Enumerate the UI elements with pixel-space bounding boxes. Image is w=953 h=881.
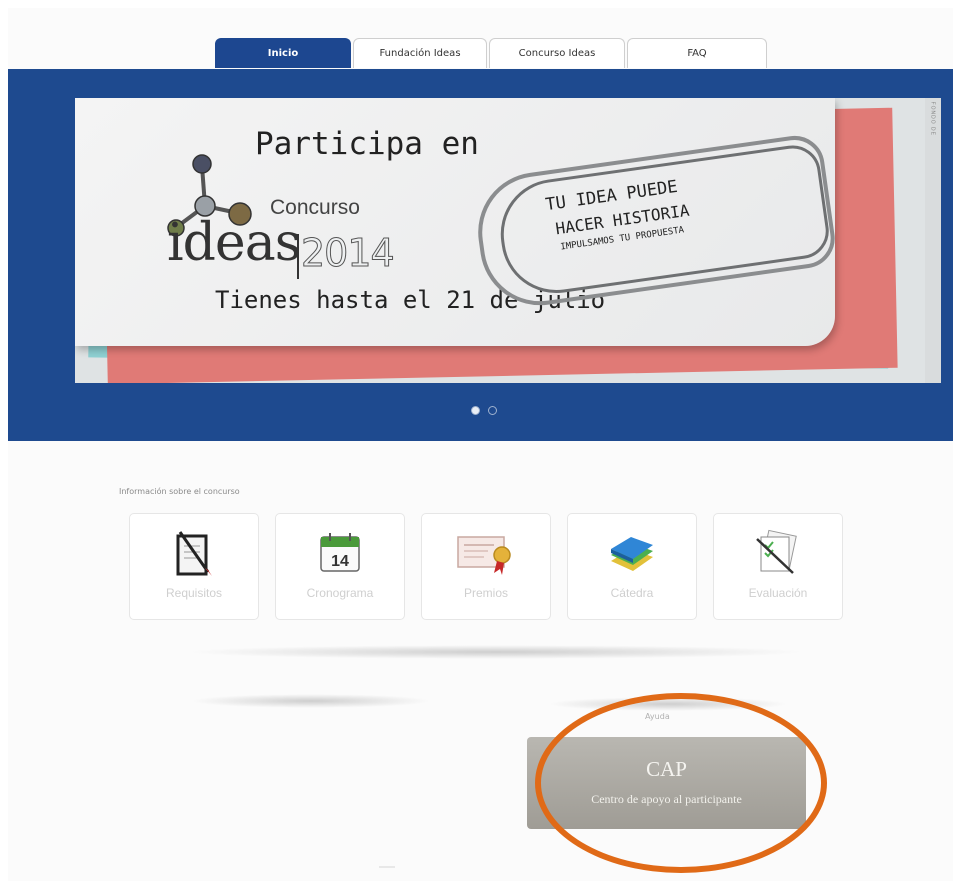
slider-dot-1[interactable] [471,406,480,415]
highlight-ring-annotation [535,693,827,873]
checklist-icon [130,528,258,578]
card-requisitos[interactable]: Requisitos [129,513,259,620]
calendar-day: 14 [331,553,349,570]
documents-pen-icon [714,528,842,578]
books-icon [568,528,696,578]
page: Inicio Fundación Ideas Concurso Ideas FA… [8,8,953,881]
card-label: Evaluación [748,586,808,600]
card-label: Requisitos [165,586,223,600]
hero-ideas-text: ideas [167,213,301,273]
info-cards: Requisitos 14 Cronograma Premios Cátedra… [129,513,859,620]
main-nav-tabs: Inicio Fundación Ideas Concurso Ideas FA… [215,38,769,69]
card-label: Premios [463,586,508,600]
slide-edge [925,98,941,383]
slide-side-note: FONDO DE [929,101,935,136]
slider-dot-2[interactable] [488,406,497,415]
hero-year-text: 2014 [301,231,396,276]
calendar-icon: 14 [276,528,404,578]
card-premios[interactable]: Premios [421,513,551,620]
hero-divider [297,234,299,279]
tab-fundacion-ideas[interactable]: Fundación Ideas [353,38,487,68]
certificate-icon [422,528,550,578]
slider-pagination [471,406,497,415]
section-shadow [186,645,806,659]
card-evaluacion[interactable]: Evaluación [713,513,843,620]
tab-faq[interactable]: FAQ [627,38,767,68]
hero-banner: FONDO DE Participa en Concurso ideas 201… [8,69,953,441]
section-shadow-left [191,694,431,708]
tab-concurso-ideas[interactable]: Concurso Ideas [489,38,625,68]
card-label: Cronograma [306,586,374,600]
hero-participa-text: Participa en [255,126,479,162]
footer-mark [379,866,395,868]
card-cronograma[interactable]: 14 Cronograma [275,513,405,620]
card-catedra[interactable]: Cátedra [567,513,697,620]
card-label: Cátedra [610,586,654,600]
hero-slide[interactable]: FONDO DE Participa en Concurso ideas 201… [75,98,941,383]
tab-inicio[interactable]: Inicio [215,38,351,68]
info-section-label: Información sobre el concurso [119,487,240,496]
